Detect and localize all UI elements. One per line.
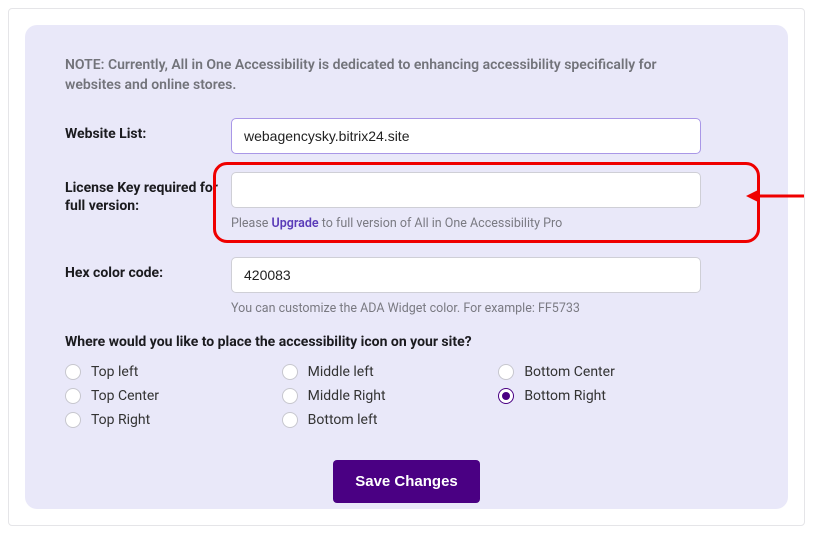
website-input[interactable] [231, 118, 701, 154]
row-hex: Hex color code: You can customize the AD… [65, 257, 748, 316]
radio-dot-icon [498, 364, 514, 380]
radio-middle-right[interactable]: Middle Right [282, 388, 489, 404]
settings-panel: NOTE: Currently, All in One Accessibilit… [25, 25, 788, 509]
radio-dot-icon [282, 364, 298, 380]
radio-top-right[interactable]: Top Right [65, 412, 272, 428]
radio-bottom-left[interactable]: Bottom left [282, 412, 489, 428]
radio-label: Top Right [91, 412, 150, 428]
license-help-prefix: Please [231, 216, 272, 231]
upgrade-link[interactable]: Upgrade [272, 216, 319, 231]
radio-dot-icon [498, 388, 514, 404]
radio-label: Bottom Center [524, 364, 614, 380]
save-button[interactable]: Save Changes [333, 460, 480, 503]
hex-help: You can customize the ADA Widget color. … [231, 301, 701, 316]
radio-bottom-right[interactable]: Bottom Right [498, 388, 705, 404]
radio-dot-icon [65, 364, 81, 380]
radio-dot-icon [282, 388, 298, 404]
hex-input[interactable] [231, 257, 701, 293]
license-input[interactable] [231, 172, 701, 208]
placement-question: Where would you like to place the access… [65, 334, 748, 350]
website-label: Website List: [65, 118, 231, 154]
radio-label: Top Center [91, 388, 159, 404]
radio-dot-icon [65, 388, 81, 404]
license-help-suffix: to full version of All in One Accessibil… [319, 216, 563, 231]
radio-label: Bottom left [308, 412, 378, 428]
radio-label: Top left [91, 364, 138, 380]
radio-top-left[interactable]: Top left [65, 364, 272, 380]
radio-label: Middle Right [308, 388, 386, 404]
radio-label: Bottom Right [524, 388, 606, 404]
license-help: Please Upgrade to full version of All in… [231, 216, 701, 231]
radio-middle-left[interactable]: Middle left [282, 364, 489, 380]
note-text: NOTE: Currently, All in One Accessibilit… [65, 55, 715, 96]
radio-bottom-center[interactable]: Bottom Center [498, 364, 705, 380]
radio-dot-icon [282, 412, 298, 428]
row-website: Website List: [65, 118, 748, 154]
hex-label: Hex color code: [65, 257, 231, 316]
license-label: License Key required for full version: [65, 172, 231, 231]
radio-top-center[interactable]: Top Center [65, 388, 272, 404]
placement-options: Top left Middle left Bottom Center Top Cent… [65, 364, 705, 428]
row-license: License Key required for full version: P… [65, 172, 748, 231]
radio-dot-icon [65, 412, 81, 428]
radio-label: Middle left [308, 364, 374, 380]
